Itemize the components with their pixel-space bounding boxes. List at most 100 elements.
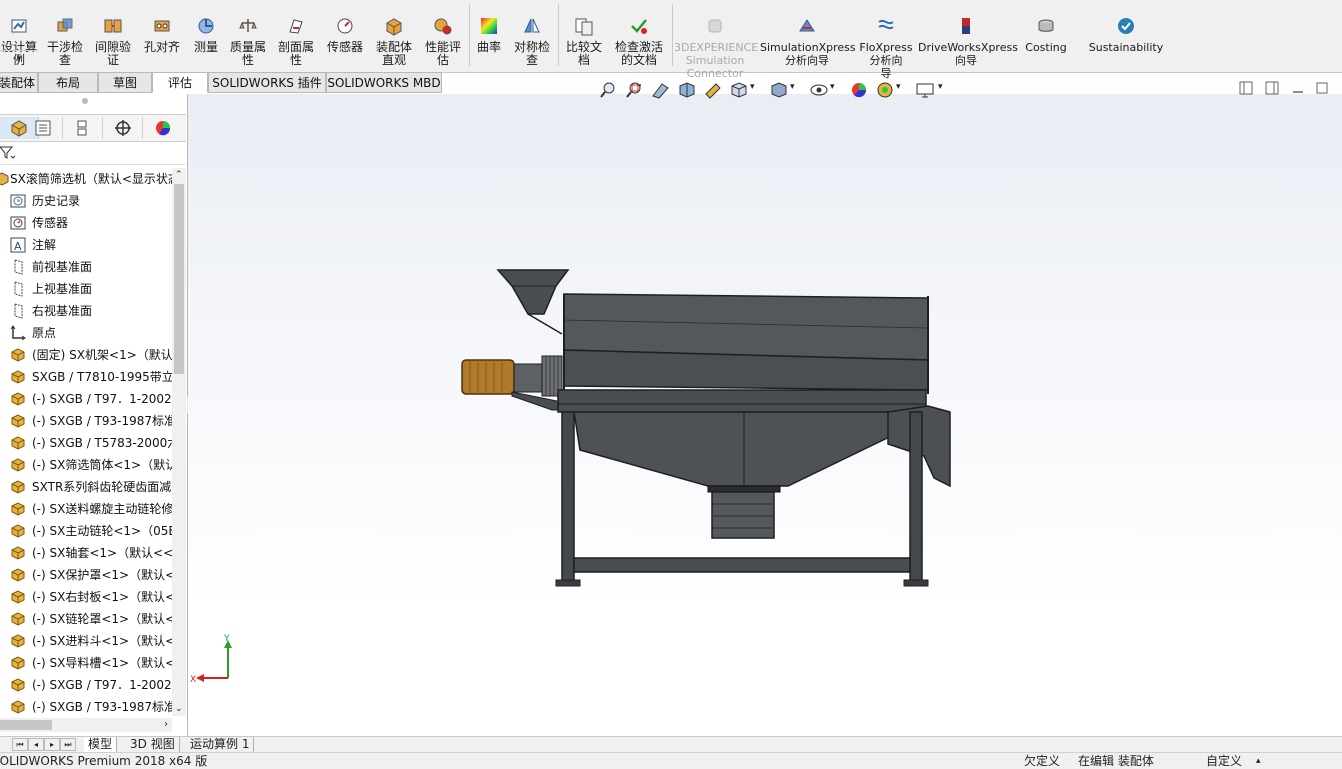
app-version-text: SOLIDWORKS Premium 2018 x64 版	[0, 754, 208, 768]
apply-scene-dropdown[interactable]: ▾	[896, 82, 901, 92]
filter-icon[interactable]	[0, 146, 16, 160]
mass-properties-button[interactable]: 质量属 性	[226, 0, 270, 70]
tree-vertical-scrollbar[interactable]: ⌃ ⌄	[172, 168, 186, 716]
units-selector[interactable]: 自定义	[1206, 753, 1242, 769]
measure-button[interactable]: 测量	[188, 0, 224, 70]
restore-panel-right-icon[interactable]	[1264, 80, 1280, 96]
hide-show-items-icon[interactable]	[808, 80, 830, 100]
simulationxpress-button[interactable]: SimulationXpress 分析向导	[760, 0, 856, 70]
scroll-down-arrow[interactable]: ⌄	[175, 704, 183, 714]
tree-item-component[interactable]: (-) SXGB / T93-1987标准	[0, 696, 172, 716]
section-properties-button[interactable]: 剖面属 性	[272, 0, 320, 70]
performance-evaluation-button[interactable]: 性能评 估	[420, 0, 466, 70]
panel-grip[interactable]	[82, 98, 88, 104]
apply-scene-icon[interactable]	[874, 80, 896, 100]
property-manager-tab[interactable]	[24, 117, 63, 139]
tree-item-component[interactable]: (-) SX轴套<1>（默认<<默	[0, 542, 172, 564]
tree-item-component[interactable]: (-) SX送料螺旋主动链轮修	[0, 498, 172, 520]
display-style-icon[interactable]	[768, 80, 790, 100]
view-orientation-dropdown[interactable]: ▾	[750, 82, 755, 92]
tab-model[interactable]: 模型	[84, 737, 118, 752]
display-style-dropdown[interactable]: ▾	[790, 82, 795, 92]
maximize-icon[interactable]	[1314, 80, 1330, 96]
scroll-thumb[interactable]	[0, 720, 52, 730]
tree-item-component[interactable]: (-) SX保护罩<1>（默认<<	[0, 564, 172, 586]
hole-alignment-button[interactable]: 孔对齐	[138, 0, 186, 70]
tree-item-front-plane[interactable]: 前视基准面	[0, 256, 172, 278]
dynamic-annotation-icon[interactable]	[702, 80, 724, 100]
tree-item-origin[interactable]: 原点	[0, 322, 172, 344]
symmetry-check-button[interactable]: 对称检 查	[508, 0, 556, 70]
part-icon	[11, 502, 25, 516]
next-tab-arrow-icon[interactable]: ▸	[44, 738, 60, 751]
tree-item-component[interactable]: (-) SX进料斗<1>（默认<<	[0, 630, 172, 652]
tree-item-component[interactable]: (-) SXGB / T93-1987标准	[0, 410, 172, 432]
compare-documents-button[interactable]: 比较文 档	[560, 0, 608, 70]
curvature-button[interactable]: 曲率	[472, 0, 506, 70]
tree-item-component[interactable]: SXTR系列斜齿轮硬齿面减	[0, 476, 172, 498]
sensor-button[interactable]: 传感器	[322, 0, 368, 70]
configuration-manager-tab[interactable]	[64, 117, 103, 139]
costing-button[interactable]: Costing	[1018, 0, 1074, 70]
view-settings-dropdown[interactable]: ▾	[938, 82, 943, 92]
sustainability-button[interactable]: Sustainability	[1084, 0, 1168, 70]
tab-3d-views[interactable]: 3D 视图	[126, 737, 180, 752]
tree-item-component[interactable]: (-) SX链轮罩<1>（默认<<	[0, 608, 172, 630]
scroll-up-arrow[interactable]: ⌃	[175, 170, 183, 180]
view-settings-icon[interactable]	[914, 80, 936, 100]
section-view-icon[interactable]	[676, 80, 698, 100]
tree-item-component[interactable]: (-) SX筛选筒体<1>（默认	[0, 454, 172, 476]
driveworksxpress-button[interactable]: DriveWorksXpress 向导	[918, 0, 1018, 70]
tree-item-component[interactable]: (-) SXGB / T97．1-2002垫	[0, 674, 172, 696]
hide-show-dropdown[interactable]: ▾	[830, 82, 835, 92]
design-study-dropdown[interactable]: ▾	[0, 50, 38, 67]
3dexperience-simulation-connector-button[interactable]: 3DEXPERIENCE Simulation Connector	[674, 0, 758, 80]
model-view-tabs: ⏮ ◂ ▸ ⏭ 模型 3D 视图 运动算例 1	[0, 736, 1342, 753]
clearance-verification-button[interactable]: 间隙验 证	[90, 0, 136, 70]
dimxpert-manager-tab[interactable]	[104, 117, 143, 139]
tab-assembly[interactable]: 装配体	[0, 72, 38, 93]
check-active-document-button[interactable]: 检查激活 的文档 ▾	[610, 0, 668, 92]
part-icon	[11, 590, 25, 604]
tree-item-top-plane[interactable]: 上视基准面	[0, 278, 172, 300]
edit-appearance-icon[interactable]	[848, 80, 870, 100]
zoom-to-area-icon[interactable]	[624, 80, 646, 100]
tab-solidworks-addins[interactable]: SOLIDWORKS 插件	[208, 72, 326, 93]
tree-item-component[interactable]: (-) SX导料槽<1>（默认<<	[0, 652, 172, 674]
minimize-icon[interactable]	[1290, 80, 1306, 96]
tree-item-sensors[interactable]: 传感器	[0, 212, 172, 234]
previous-tab-arrow-icon[interactable]: ◂	[28, 738, 44, 751]
assemblyxpert-button[interactable]: 装配体 直观	[370, 0, 418, 70]
first-tab-arrow-icon[interactable]: ⏮	[12, 738, 28, 751]
scroll-right-arrow[interactable]: ›	[164, 718, 168, 732]
tab-scroll-arrows: ⏮ ◂ ▸ ⏭	[12, 738, 76, 751]
zoom-to-fit-icon[interactable]	[598, 80, 620, 100]
tree-item-annotations[interactable]: A 注解	[0, 234, 172, 256]
tree-item-component[interactable]: SXGB / T7810-1995带立式	[0, 366, 172, 388]
graphics-viewport[interactable]: ▾ ▾ ▾ ▾ ▾ Y X	[188, 81, 1342, 736]
tree-item-history[interactable]: 历史记录	[0, 190, 172, 212]
screening-machine-model[interactable]	[458, 264, 958, 594]
tree-item-component[interactable]: (-) SX主动链轮<1>（05B-	[0, 520, 172, 542]
tree-item-component[interactable]: (固定) SX机架<1>（默认<	[0, 344, 172, 366]
tree-item-right-plane[interactable]: 右视基准面	[0, 300, 172, 322]
tree-item-component[interactable]: (-) SXGB / T97．1-2002垫	[0, 388, 172, 410]
previous-view-icon[interactable]	[650, 80, 672, 100]
restore-panel-left-icon[interactable]	[1238, 80, 1254, 96]
last-tab-arrow-icon[interactable]: ⏭	[60, 738, 76, 751]
display-manager-tab[interactable]	[144, 117, 182, 139]
tab-sketch[interactable]: 草图	[98, 72, 152, 93]
tab-solidworks-mbd[interactable]: SOLIDWORKS MBD	[326, 72, 442, 93]
tree-horizontal-scrollbar[interactable]: ›	[0, 718, 172, 732]
tree-root-assembly[interactable]: SX滚筒筛选机（默认<显示状态	[0, 168, 172, 190]
units-up-arrow-icon[interactable]: ▴	[1256, 753, 1261, 769]
tree-item-component[interactable]: (-) SXGB / T5783-2000六	[0, 432, 172, 454]
interference-detection-button[interactable]: 干涉检 查	[42, 0, 88, 70]
view-orientation-icon[interactable]	[728, 80, 750, 100]
tree-item-component[interactable]: (-) SX右封板<1>（默认<<	[0, 586, 172, 608]
tab-layout[interactable]: 布局	[38, 72, 98, 93]
tab-evaluate[interactable]: 评估	[152, 72, 208, 93]
tab-motion-study[interactable]: 运动算例 1	[186, 737, 255, 752]
scroll-thumb[interactable]	[174, 184, 184, 374]
floxpress-button[interactable]: FloXpress 分析向 导	[858, 0, 914, 80]
